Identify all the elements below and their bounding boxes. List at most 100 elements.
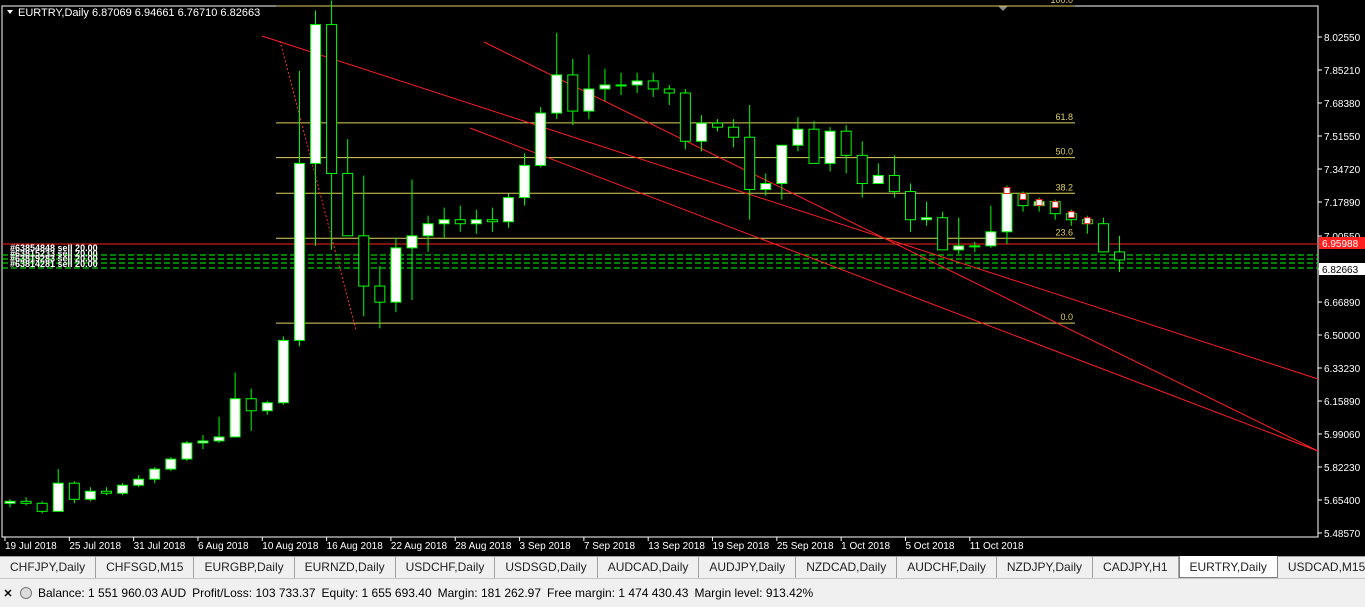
trade-marker-icon[interactable] [1003,187,1011,195]
tab-nzdjpy-daily[interactable]: NZDJPY,Daily [997,557,1094,578]
candle[interactable] [52,469,64,512]
candle[interactable] [438,207,450,238]
candle[interactable] [197,434,209,450]
tab-usdchf-daily[interactable]: USDCHF,Daily [396,557,496,578]
candle[interactable] [599,68,611,102]
candle[interactable] [84,487,96,502]
candle[interactable] [985,205,997,248]
candle[interactable] [470,209,482,234]
trade-marker-icon[interactable] [1083,217,1091,225]
candle[interactable] [824,127,836,172]
close-icon[interactable]: ✕ [0,587,16,600]
candle[interactable] [744,105,756,220]
candle[interactable] [326,0,338,250]
candle[interactable] [149,467,161,484]
candle[interactable] [1097,217,1109,253]
candle[interactable] [712,119,724,132]
trade-marker-icon[interactable] [1067,211,1075,219]
tab-audcad-daily[interactable]: AUDCAD,Daily [598,557,700,578]
candle[interactable] [856,141,868,198]
candle[interactable] [567,58,579,126]
candle[interactable] [840,125,852,174]
candle[interactable] [390,237,402,313]
trade-marker-icon[interactable] [1019,193,1027,201]
candle[interactable] [117,483,129,496]
candle[interactable] [519,153,531,206]
candle[interactable] [872,163,884,185]
candle[interactable] [969,241,981,252]
candle[interactable] [422,215,434,252]
candle[interactable] [904,183,916,232]
candle[interactable] [374,265,386,329]
candle-body [277,339,289,404]
channel-mid-line[interactable] [483,41,1319,452]
tab-chfjpy-daily[interactable]: CHFJPY,Daily [0,557,97,578]
candle[interactable] [663,84,675,106]
candle[interactable] [551,32,563,120]
candle[interactable] [792,117,804,152]
channel-upper-line[interactable] [261,35,1319,380]
candle[interactable] [213,416,225,443]
candle[interactable] [277,336,289,405]
candle[interactable] [358,175,370,317]
candle[interactable] [245,388,257,431]
candle[interactable] [133,475,145,488]
candle[interactable] [181,440,193,462]
tab-chfsgd-m15[interactable]: CHFSGD,M15 [96,557,195,578]
chart-menu-icon[interactable] [7,10,13,14]
tab-eurgbp-daily[interactable]: EURGBP,Daily [194,557,295,578]
candle[interactable] [68,481,80,504]
candle[interactable] [342,139,354,237]
candle[interactable] [631,72,643,93]
tab-audjpy-daily[interactable]: AUDJPY,Daily [699,557,797,578]
tab-cadjpy-h1[interactable]: CADJPY,H1 [1093,557,1179,578]
candle-body [535,112,547,166]
candle[interactable] [229,372,241,438]
tab-usdcad-m15[interactable]: USDCAD,M15 [1278,557,1365,578]
candle-body [229,398,241,438]
candle[interactable] [760,173,772,196]
candle[interactable] [261,400,273,415]
candle[interactable] [695,115,707,152]
current-price-label: 6.82663 [1322,265,1359,276]
candle[interactable] [679,88,691,150]
trade-marker-icon[interactable] [1051,201,1059,209]
candle[interactable] [615,72,627,96]
candle[interactable] [1114,235,1126,273]
candlestick-chart[interactable]: 100.061.850.038.223.60.0 #63854848 sell … [0,0,1365,556]
shift-marker-icon[interactable] [998,6,1008,11]
candle[interactable] [647,72,659,98]
tab-eurtry-daily[interactable]: EURTRY,Daily [1178,556,1278,578]
candle[interactable] [502,193,514,228]
candle[interactable] [36,501,48,514]
candle[interactable] [953,217,965,254]
candle[interactable] [583,54,595,120]
candle[interactable] [165,457,177,472]
tab-eurnzd-daily[interactable]: EURNZD,Daily [295,557,396,578]
candle[interactable] [937,211,949,251]
candle[interactable] [454,205,466,232]
candle[interactable] [486,207,498,232]
tab-usdsgd-daily[interactable]: USDSGD,Daily [495,557,598,578]
tab-audchf-daily[interactable]: AUDCHF,Daily [897,557,997,578]
candle-body [245,398,257,412]
candle[interactable] [535,107,547,168]
fib-level-label: 0.0 [1060,312,1073,322]
candle[interactable] [808,121,820,164]
date-tick-label: 13 Sep 2018 [648,541,705,552]
candle[interactable] [4,499,16,508]
candle[interactable] [921,201,933,226]
candle[interactable] [310,10,322,246]
candle[interactable] [728,119,740,148]
candle[interactable] [1001,185,1013,244]
candle[interactable] [776,144,788,200]
tab-nzdcad-daily[interactable]: NZDCAD,Daily [796,557,898,578]
chart-area[interactable]: 100.0 61.8 50.0 38.2 23.6 0.0 #63854848 sell … [0,0,1365,556]
candle[interactable] [100,487,112,496]
candle[interactable] [293,70,305,347]
candle[interactable] [20,497,32,506]
candle[interactable] [406,179,418,301]
trade-marker-icon[interactable] [1035,199,1043,207]
candle-body [438,219,450,225]
candle[interactable] [888,155,900,198]
